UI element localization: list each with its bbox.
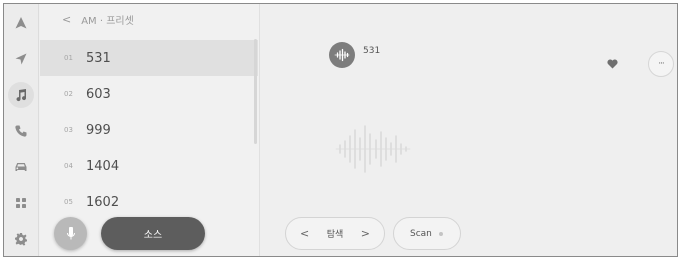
- scan-button[interactable]: Scan: [393, 217, 461, 250]
- breadcrumb: AM · 프리셋: [81, 15, 134, 27]
- list-scrollbar[interactable]: [254, 39, 257, 144]
- preset-row-01[interactable]: 01 531: [40, 40, 258, 76]
- station-name: 531: [363, 46, 381, 56]
- preset-number: 03: [64, 126, 73, 134]
- microphone-icon: [66, 226, 75, 239]
- scan-label: Scan: [410, 228, 432, 239]
- preset-frequency: 531: [86, 50, 111, 66]
- music-note-icon[interactable]: [8, 82, 34, 108]
- back-button[interactable]: <: [62, 13, 71, 26]
- preset-row-03[interactable]: 03 999: [40, 112, 258, 148]
- preset-frequency: 1602: [86, 194, 120, 210]
- seek-next-button[interactable]: >: [361, 227, 370, 240]
- preset-row-02[interactable]: 02 603: [40, 76, 258, 112]
- more-options-button[interactable]: ···: [648, 51, 674, 77]
- audio-waveform-art: [335, 125, 411, 173]
- seek-control: < 탐색 >: [285, 217, 385, 250]
- car-icon[interactable]: [8, 154, 34, 180]
- phone-icon[interactable]: [8, 118, 34, 144]
- seek-label: 탐색: [326, 230, 344, 240]
- side-rail: [4, 4, 39, 256]
- preset-frequency: 1404: [86, 158, 120, 174]
- apps-grid-icon[interactable]: [8, 190, 34, 216]
- preset-frequency: 999: [86, 122, 111, 138]
- scan-indicator-icon: [438, 231, 443, 236]
- preset-row-05[interactable]: 05 1602: [40, 184, 258, 220]
- heart-icon: [606, 59, 618, 69]
- station-logo: [329, 42, 355, 68]
- location-arrow-icon[interactable]: [8, 46, 34, 72]
- list-header: < AM · 프리셋: [40, 4, 259, 34]
- preset-row-04[interactable]: 04 1404: [40, 148, 258, 184]
- favorite-button[interactable]: [604, 56, 620, 72]
- waveform-icon: [334, 48, 350, 62]
- settings-gear-icon[interactable]: [8, 226, 34, 252]
- source-button[interactable]: 소스: [101, 217, 205, 250]
- preset-number: 04: [64, 162, 73, 170]
- radio-screen: < AM · 프리셋 01 531 02 603 03 999 04 1404 …: [3, 3, 678, 257]
- seek-prev-button[interactable]: <: [300, 227, 309, 240]
- voice-button[interactable]: [54, 217, 87, 250]
- preset-number: 02: [64, 90, 73, 98]
- preset-frequency: 603: [86, 86, 111, 102]
- preset-number: 01: [64, 54, 73, 62]
- preset-number: 05: [64, 198, 73, 206]
- navigation-icon[interactable]: [8, 10, 34, 36]
